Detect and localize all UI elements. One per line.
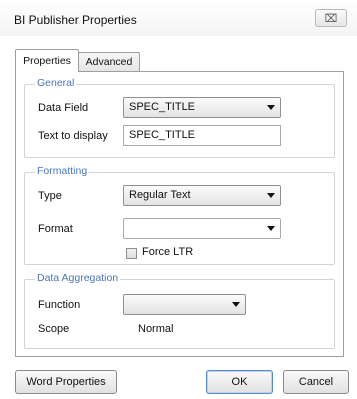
general-legend: General [35, 77, 77, 89]
function-select[interactable] [123, 294, 246, 315]
force-ltr-checkbox[interactable] [126, 248, 137, 259]
data-aggregation-legend: Data Aggregation [35, 272, 121, 284]
force-ltr-label: Force LTR [142, 246, 194, 258]
data-field-value: SPEC_TITLE [129, 101, 196, 113]
text-to-display-label: Text to display [38, 130, 108, 142]
tab-properties[interactable]: Properties [15, 49, 79, 72]
chevron-down-icon [267, 226, 275, 231]
chevron-down-icon [267, 193, 275, 198]
type-value: Regular Text [129, 189, 191, 201]
format-label: Format [38, 223, 73, 235]
data-field-select[interactable]: SPEC_TITLE [123, 97, 281, 118]
tab-advanced[interactable]: Advanced [78, 52, 140, 72]
dialog-title: BI Publisher Properties [14, 13, 137, 27]
chevron-down-icon [232, 302, 240, 307]
text-to-display-value: SPEC_TITLE [129, 129, 196, 141]
format-select[interactable] [123, 218, 281, 239]
type-label: Type [38, 190, 62, 202]
function-label: Function [38, 299, 81, 311]
cancel-button[interactable]: Cancel [283, 370, 349, 394]
ok-button[interactable]: OK [206, 370, 273, 394]
general-group: General Data Field SPEC_TITLE Text to di… [24, 77, 335, 158]
bi-publisher-properties-dialog: BI Publisher Properties ⌧ Properties Adv… [0, 0, 357, 399]
title-bar: BI Publisher Properties ⌧ [0, 0, 357, 36]
data-aggregation-group: Data Aggregation Function Scope Normal [24, 272, 335, 349]
word-properties-button[interactable]: Word Properties [15, 370, 117, 394]
scope-value: Normal [138, 323, 174, 335]
close-button[interactable]: ⌧ [315, 9, 347, 27]
formatting-group: Formatting Type Regular Text Format Forc… [24, 165, 335, 265]
chevron-down-icon [267, 105, 275, 110]
data-field-label: Data Field [38, 102, 89, 114]
formatting-legend: Formatting [35, 165, 90, 177]
text-to-display-input[interactable]: SPEC_TITLE [123, 125, 281, 146]
close-icon: ⌧ [324, 13, 338, 25]
scope-label: Scope [38, 323, 70, 335]
type-select[interactable]: Regular Text [123, 185, 281, 206]
properties-panel: General Data Field SPEC_TITLE Text to di… [15, 71, 344, 357]
